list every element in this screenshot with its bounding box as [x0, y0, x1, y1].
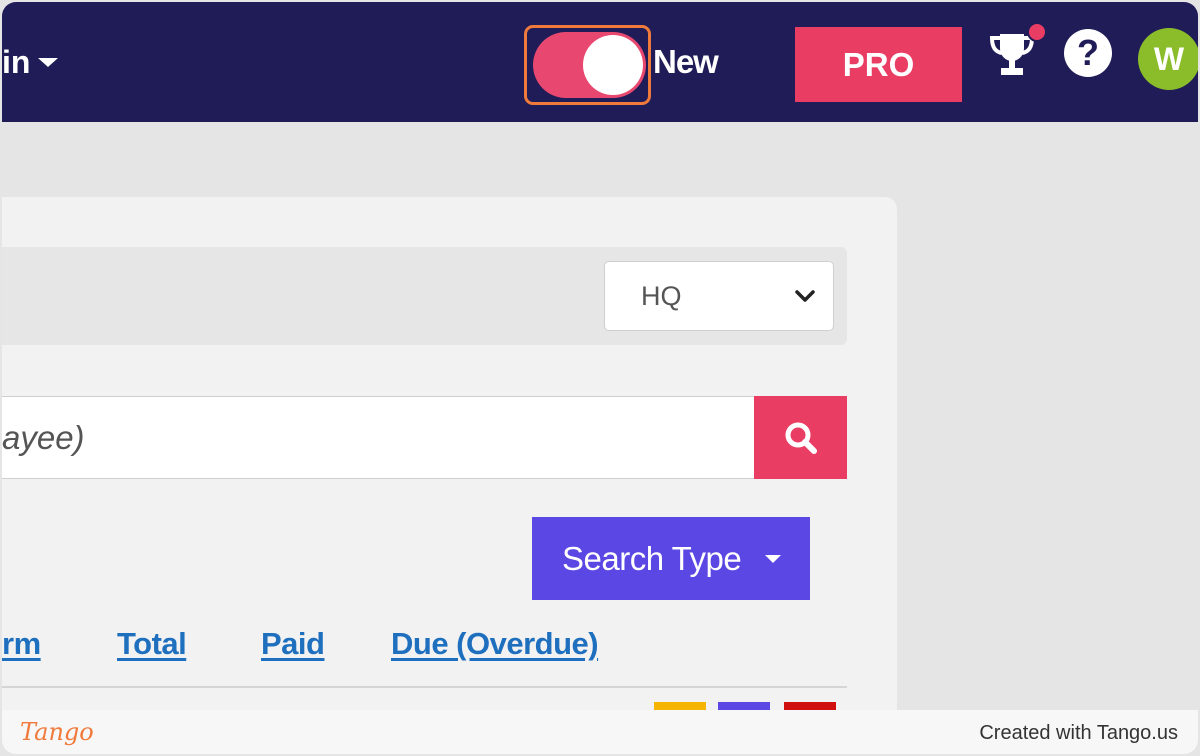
pro-button[interactable]: PRO — [795, 27, 962, 102]
help-icon[interactable]: ? — [1064, 29, 1112, 77]
tango-logo: Tango — [20, 718, 94, 746]
nav-menu-label[interactable]: in — [2, 42, 30, 82]
app-window: in New PRO ? W HQ Searc — [2, 2, 1198, 754]
created-with-text: Created with Tango.us — [979, 722, 1178, 744]
search-icon — [785, 422, 817, 454]
notification-dot-icon — [1027, 22, 1047, 42]
chevron-down-icon — [765, 555, 781, 563]
search-input[interactable] — [2, 396, 755, 479]
location-select-value: HQ — [641, 281, 682, 311]
column-header-paid[interactable]: Paid — [261, 624, 325, 664]
column-header-due[interactable]: Due (Overdue) — [391, 624, 599, 664]
toggle-knob[interactable] — [583, 35, 643, 95]
column-header-term[interactable]: rm — [2, 624, 41, 664]
top-navbar: in New PRO ? W — [2, 2, 1198, 122]
search-button[interactable] — [754, 396, 847, 479]
toggle-label: New — [653, 43, 719, 80]
avatar[interactable]: W — [1138, 28, 1198, 90]
location-select[interactable]: HQ — [604, 261, 834, 331]
search-type-label: Search Type — [562, 540, 742, 577]
column-header-total[interactable]: Total — [117, 624, 187, 664]
chevron-down-icon[interactable] — [38, 58, 58, 67]
search-type-button[interactable]: Search Type — [532, 517, 810, 600]
table-divider — [2, 686, 847, 688]
chevron-down-icon — [795, 290, 815, 302]
footer-bar: Tango Created with Tango.us — [2, 710, 1198, 754]
new-version-toggle[interactable] — [533, 32, 646, 98]
